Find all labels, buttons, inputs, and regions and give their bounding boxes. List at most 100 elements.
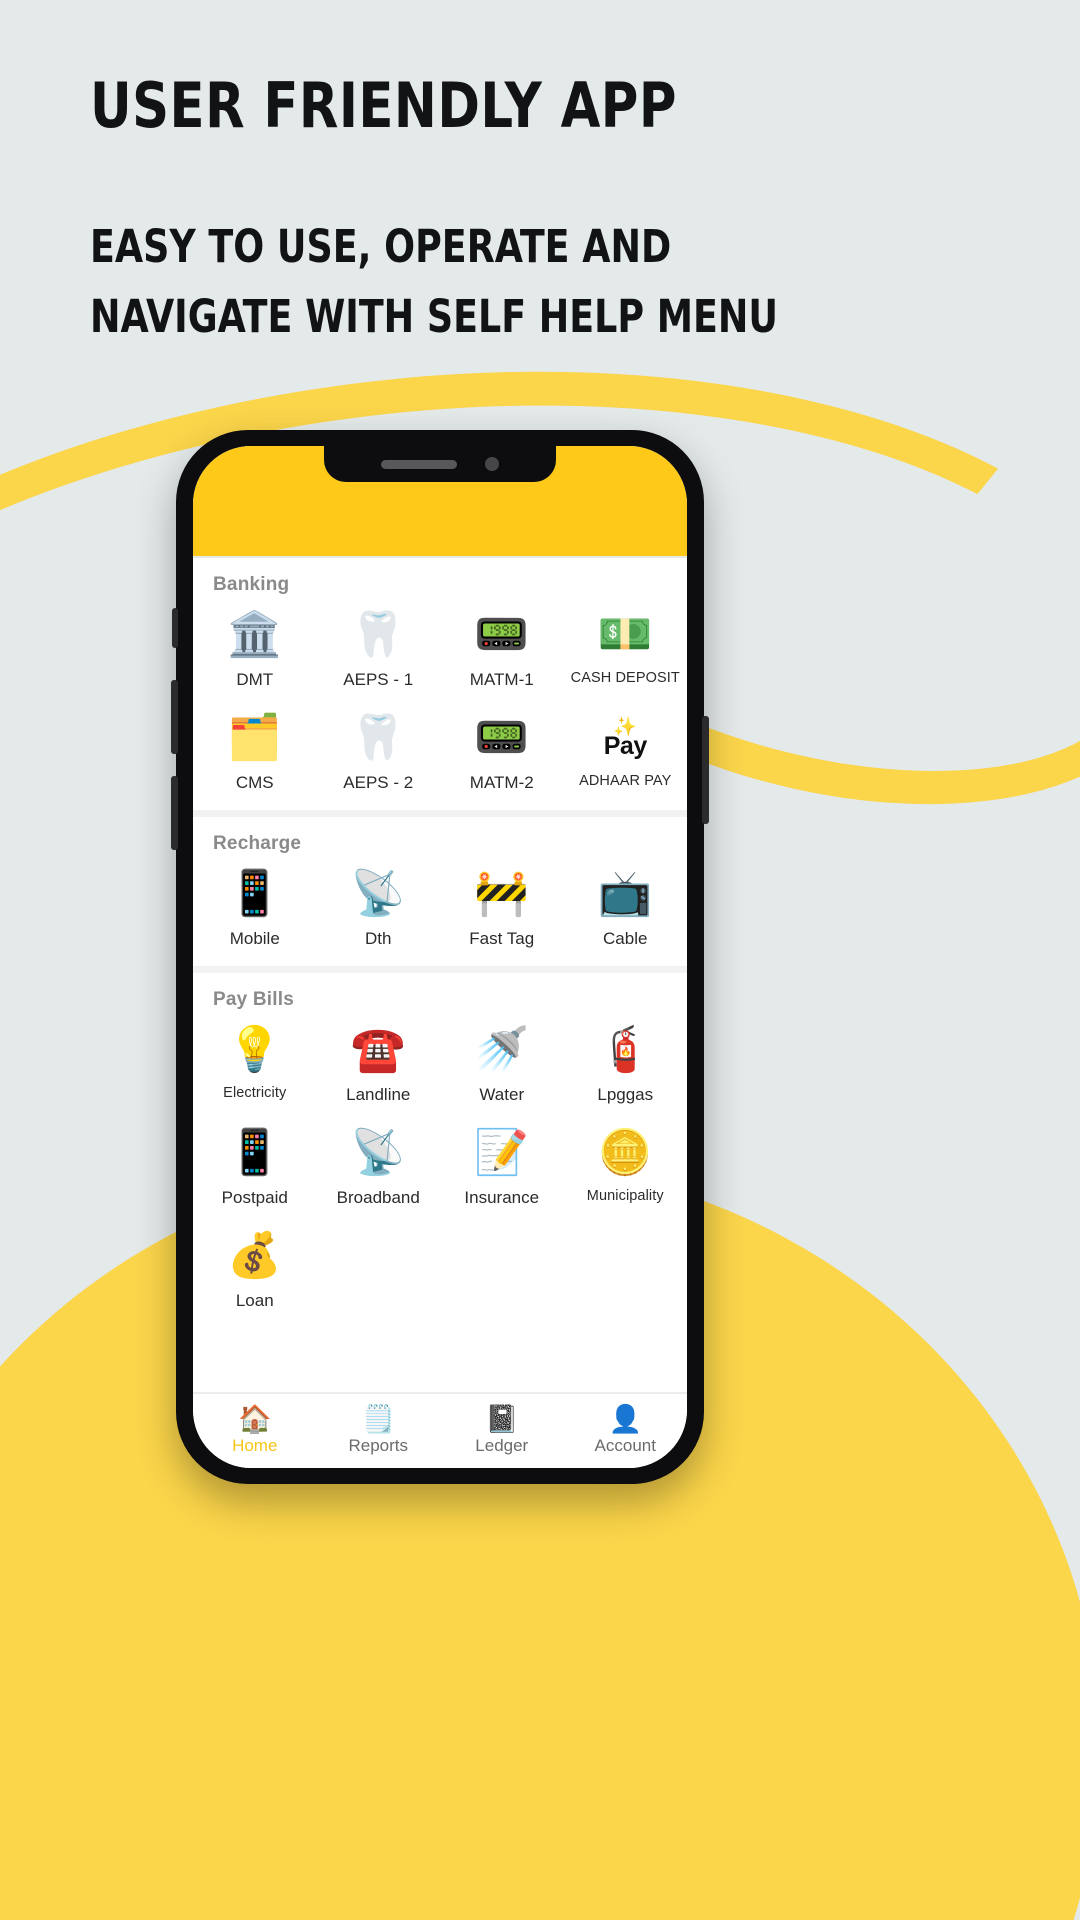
service-tile-label: MATM-2	[469, 773, 534, 792]
service-grid: 📱 Mobile 📡 Dth 🚧 Fast Tag 📺 Cable	[193, 859, 687, 960]
toll-booth-icon: 🚧	[474, 869, 530, 918]
app-content-scroll-area[interactable]: Banking 🏛️ DMT 🦷 AEPS - 1 📟 MATM-1 💵 CASH DEPOSI…	[193, 558, 687, 1392]
service-tile-label: Fast Tag	[469, 929, 535, 948]
service-tile-electricity[interactable]: 💡 Electricity	[193, 1015, 317, 1116]
nav-item-label: Reports	[348, 1436, 409, 1455]
money-hand-icon: 💰	[227, 1231, 283, 1280]
service-tile-cable[interactable]: 📺 Cable	[564, 859, 688, 960]
service-tile-label: Lpggas	[597, 1085, 654, 1104]
phone-screen: Banking 🏛️ DMT 🦷 AEPS - 1 📟 MATM-1 💵 CASH DEPOSI…	[193, 446, 687, 1468]
section-title: Pay Bills	[213, 989, 295, 1010]
mobile-phone-icon: 📱	[227, 1128, 283, 1177]
service-tile-label: Loan	[235, 1291, 274, 1310]
service-tile-label: Electricity	[223, 1085, 287, 1101]
money-icon: 💵	[597, 610, 653, 659]
reports-icon: 🗒️	[361, 1404, 396, 1434]
television-icon: 📺	[597, 869, 653, 918]
service-tile-dth[interactable]: 📡 Dth	[317, 859, 441, 960]
aadhaar-pay-wordmark: Pay	[603, 731, 647, 760]
aadhaar-pay-icon: ✨ Pay	[603, 716, 647, 760]
service-tile-broadband[interactable]: 📡 Broadband	[317, 1118, 441, 1219]
nav-item-account[interactable]: 👤 Account	[564, 1406, 688, 1456]
service-tile-label: Broadband	[336, 1188, 420, 1207]
policy-document-icon: 📝	[474, 1128, 530, 1177]
nav-item-ledger[interactable]: 📓 Ledger	[440, 1406, 564, 1456]
mobile-phone-icon: 📱	[227, 869, 283, 918]
bottom-navigation-bar: 🏠 Home 🗒️ Reports 📓 Ledger 👤 Account	[193, 1392, 687, 1468]
service-tile-label: CASH DEPOSIT	[570, 670, 680, 686]
nav-item-home[interactable]: 🏠 Home	[193, 1406, 317, 1456]
nav-item-label: Ledger	[475, 1436, 529, 1455]
service-tile-label: Municipality	[586, 1188, 664, 1204]
promo-subtitle-line-1: EASY TO USE, OPERATE AND	[90, 220, 672, 274]
service-tile-municipality[interactable]: 🪙 Municipality	[564, 1118, 688, 1219]
service-tile-dmt[interactable]: 🏛️ DMT	[193, 600, 317, 701]
service-tile-landline[interactable]: ☎️ Landline	[317, 1015, 441, 1116]
nav-item-label: Home	[232, 1436, 278, 1455]
phone-notch	[324, 446, 556, 482]
service-tile-cms[interactable]: 🗂️ CMS	[193, 703, 317, 804]
wifi-router-icon: 📡	[350, 1128, 406, 1177]
service-tile-label: AEPS - 1	[343, 670, 414, 689]
water-tap-icon: 🚿	[474, 1025, 530, 1074]
service-tile-insurance[interactable]: 📝 Insurance	[440, 1118, 564, 1219]
service-tile-label: Water	[479, 1085, 525, 1104]
home-icon: 🏠	[237, 1404, 272, 1434]
promo-headings: USER FRIENDLY APP EASY TO USE, OPERATE A…	[90, 69, 854, 352]
section-title: Banking	[213, 574, 290, 595]
service-tile-label: DMT	[236, 670, 274, 689]
phone-mockup: Banking 🏛️ DMT 🦷 AEPS - 1 📟 MATM-1 💵 CASH DEPOSI…	[171, 430, 709, 1484]
fingerprint-icon: 🦷	[350, 610, 406, 659]
service-tile-cash-deposit[interactable]: 💵 CASH DEPOSIT	[564, 600, 688, 701]
service-tile-loan[interactable]: 💰 Loan	[193, 1221, 317, 1322]
person-icon: 👤	[608, 1404, 643, 1434]
phone-mute-switch	[172, 608, 178, 648]
phone-volume-down-button	[171, 776, 178, 850]
service-grid: 🏛️ DMT 🦷 AEPS - 1 📟 MATM-1 💵 CASH DEPOSIT 🗂️ CMS 🦷…	[193, 600, 687, 804]
service-tile-adhaar-pay[interactable]: ✨ Pay ADHAAR PAY	[564, 703, 688, 804]
service-tile-label: CMS	[235, 773, 274, 792]
front-camera-icon	[485, 457, 499, 471]
coins-icon: 🪙	[597, 1128, 653, 1177]
service-tile-label: Landline	[346, 1085, 411, 1104]
promo-title: USER FRIENDLY APP	[90, 69, 677, 142]
service-tile-matm-1[interactable]: 📟 MATM-1	[440, 600, 564, 701]
cms-folder-icon: 🗂️	[227, 713, 283, 762]
service-grid: 💡 Electricity ☎️ Landline 🚿 Water 🧯 Lpggas 📱 Post…	[193, 1015, 687, 1322]
phone-volume-up-button	[171, 680, 178, 754]
service-tile-fast-tag[interactable]: 🚧 Fast Tag	[440, 859, 564, 960]
service-tile-mobile[interactable]: 📱 Mobile	[193, 859, 317, 960]
promo-subtitle-line-2: NAVIGATE WITH SELF HELP MENU	[90, 289, 779, 343]
service-tile-label: ADHAAR PAY	[579, 773, 672, 789]
service-tile-label: Postpaid	[221, 1188, 288, 1207]
telephone-icon: ☎️	[350, 1025, 406, 1074]
nav-item-reports[interactable]: 🗒️ Reports	[317, 1406, 441, 1456]
nav-item-label: Account	[594, 1436, 656, 1455]
bank-icon: 🏛️	[227, 610, 283, 659]
gas-cylinder-icon: 🧯	[597, 1025, 653, 1074]
card-machine-icon: 📟	[474, 610, 530, 659]
service-tile-postpaid[interactable]: 📱 Postpaid	[193, 1118, 317, 1219]
card-machine-icon: 📟	[474, 713, 530, 762]
service-tile-label: Dth	[365, 929, 392, 948]
service-section: Pay Bills 💡 Electricity ☎️ Landline 🚿 Water 🧯 Lp…	[193, 966, 687, 1328]
service-tile-matm-2[interactable]: 📟 MATM-2	[440, 703, 564, 804]
phone-power-button	[702, 716, 709, 824]
fingerprint-icon: 🦷	[350, 713, 406, 762]
ledger-icon: 📓	[484, 1404, 519, 1434]
section-title: Recharge	[213, 833, 302, 854]
service-tile-label: MATM-1	[469, 670, 534, 689]
service-tile-label: Cable	[603, 929, 648, 948]
service-tile-label: AEPS - 2	[343, 773, 414, 792]
earpiece-speaker-icon	[381, 459, 457, 469]
service-tile-label: Insurance	[464, 1188, 540, 1207]
service-tile-water[interactable]: 🚿 Water	[440, 1015, 564, 1116]
satellite-dish-icon: 📡	[350, 869, 406, 918]
service-tile-label: Mobile	[229, 929, 280, 948]
service-tile-aeps-2[interactable]: 🦷 AEPS - 2	[317, 703, 441, 804]
service-section: Banking 🏛️ DMT 🦷 AEPS - 1 📟 MATM-1 💵 CASH DEPOSI…	[193, 558, 687, 810]
service-section: Recharge 📱 Mobile 📡 Dth 🚧 Fast Tag 📺 Cable	[193, 810, 687, 966]
service-tile-lpggas[interactable]: 🧯 Lpggas	[564, 1015, 688, 1116]
service-tile-aeps-1[interactable]: 🦷 AEPS - 1	[317, 600, 441, 701]
light-bulb-icon: 💡	[227, 1025, 283, 1074]
